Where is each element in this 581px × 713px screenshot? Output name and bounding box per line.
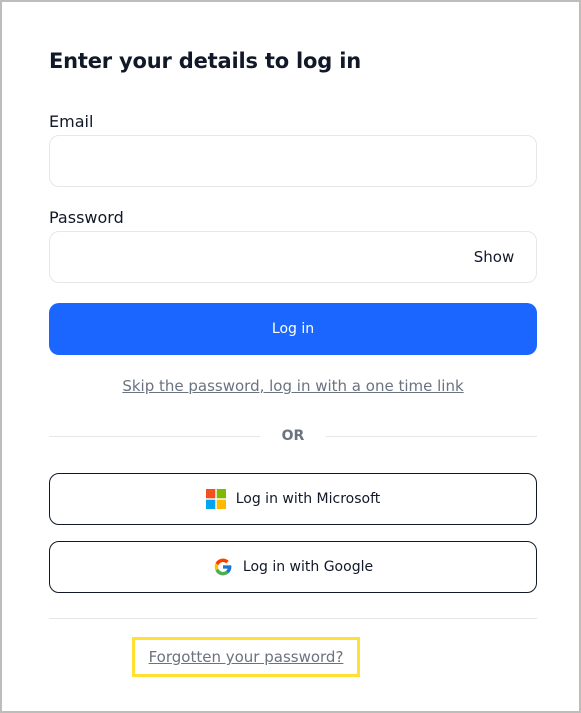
email-label: Email [49, 112, 94, 131]
google-logo-icon [213, 557, 233, 577]
forgot-password-highlight: Forgotten your password? [132, 637, 360, 677]
password-label: Password [49, 208, 124, 227]
divider-text: OR [281, 428, 305, 444]
divider-line-left [49, 435, 260, 437]
microsoft-login-button[interactable]: Log in with Microsoft [49, 473, 537, 525]
microsoft-logo-icon [205, 489, 226, 509]
login-button[interactable]: Log in [49, 303, 537, 355]
one-time-link[interactable]: Skip the password, log in with a one tim… [49, 377, 537, 395]
login-panel: Enter your details to log in Email Passw… [0, 0, 581, 713]
show-password-toggle[interactable]: Show [457, 231, 537, 283]
divider-line-right [326, 435, 537, 437]
bottom-divider [49, 618, 537, 619]
google-login-button[interactable]: Log in with Google [49, 541, 537, 593]
email-input[interactable] [49, 135, 537, 187]
forgot-password-link[interactable]: Forgotten your password? [149, 648, 344, 666]
or-divider: OR [49, 426, 537, 446]
page-title: Enter your details to log in [49, 49, 361, 73]
google-login-label: Log in with Google [242, 559, 374, 575]
microsoft-login-label: Log in with Microsoft [235, 491, 381, 507]
